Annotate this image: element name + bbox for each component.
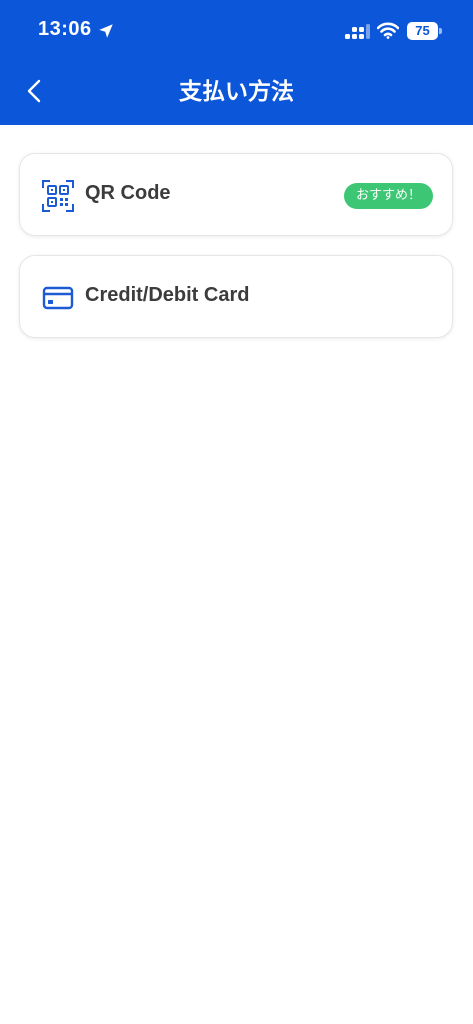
credit-card-icon [42, 286, 74, 310]
qr-code-icon [42, 180, 74, 212]
payment-method-qr-code[interactable]: QR Code おすすめ！ [19, 153, 453, 236]
status-bar: 13:06 75 [0, 0, 473, 60]
payment-method-credit-card[interactable]: Credit/Debit Card [19, 255, 453, 338]
payment-method-label: Credit/Debit Card [85, 284, 250, 306]
page-title: 支払い方法 [179, 79, 294, 105]
recommended-badge: おすすめ！ [343, 183, 433, 209]
status-time: 13:06 [38, 18, 92, 40]
battery-icon: 75 [407, 22, 438, 40]
signal-icon [345, 24, 370, 39]
payment-method-label: QR Code [85, 182, 171, 204]
location-arrow-icon [99, 24, 113, 38]
app-header: 13:06 75 支払い方法 [0, 0, 473, 125]
battery-tip [439, 28, 442, 34]
wifi-icon [377, 22, 399, 39]
